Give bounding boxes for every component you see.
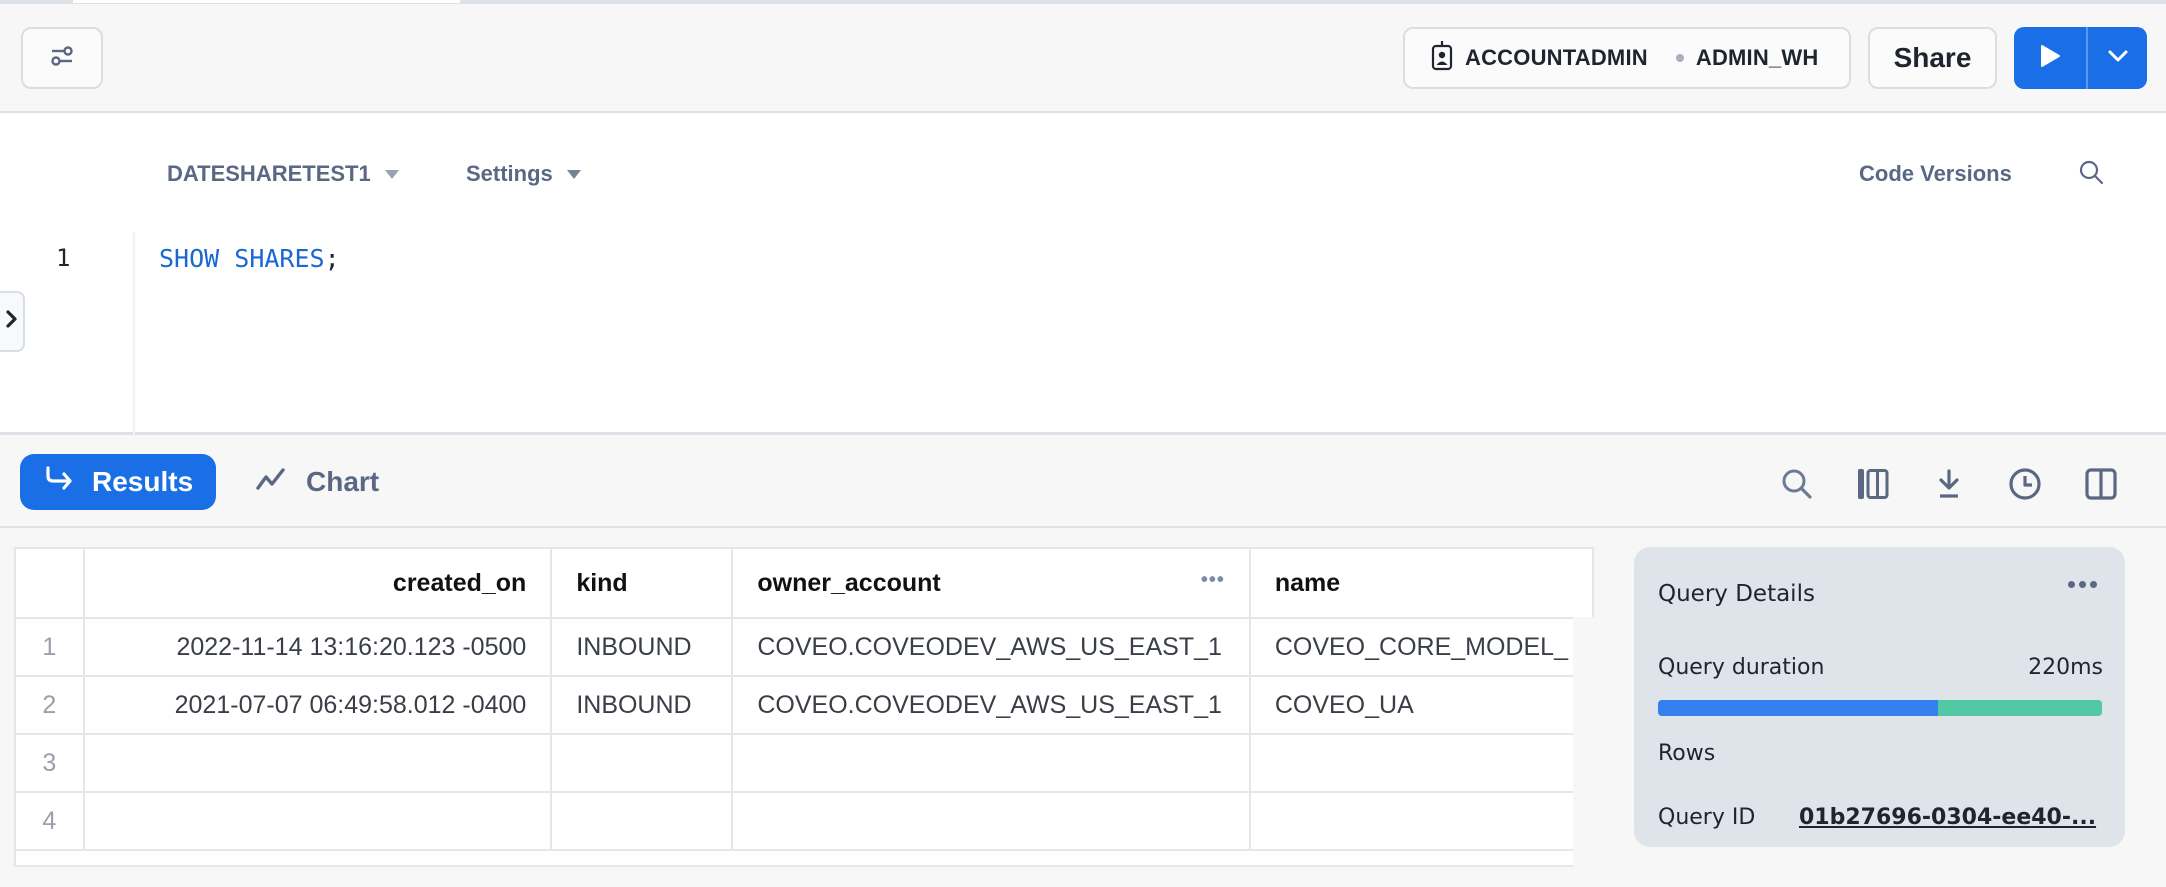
results-area: created_on kind owner_account ••• name 12…	[0, 530, 2166, 887]
code-versions-label: Code Versions	[1859, 161, 2012, 186]
cell-kind[interactable]	[551, 734, 734, 793]
run-button[interactable]	[2014, 27, 2088, 89]
results-grid: created_on kind owner_account ••• name 12…	[14, 547, 1594, 867]
filter-button[interactable]	[21, 27, 103, 89]
query-id-link[interactable]: 01b27696-0304-ee40-...	[1799, 805, 2096, 830]
column-header-created-on[interactable]: created_on	[83, 549, 553, 619]
return-arrow-icon	[44, 465, 74, 499]
duration-segment-compile	[1658, 700, 1938, 716]
search-icon[interactable]	[2078, 159, 2104, 190]
line-number: 1	[56, 244, 71, 272]
chevron-down-icon	[2107, 49, 2129, 68]
sliders-icon	[49, 43, 75, 74]
settings-label: Settings	[466, 161, 553, 186]
role-name: ACCOUNTADMIN	[1465, 45, 1648, 70]
gutter-divider	[133, 232, 135, 435]
column-header-kind[interactable]: kind	[551, 549, 734, 619]
code-line[interactable]: SHOW SHARES;	[159, 244, 340, 273]
warehouse-name: ADMIN_WH	[1695, 45, 1819, 70]
chevron-right-icon	[5, 309, 19, 334]
caret-down-icon	[566, 169, 581, 179]
history-icon[interactable]	[2007, 466, 2043, 502]
sql-keyword: SHOW	[159, 244, 220, 273]
column-menu-icon[interactable]: •••	[1201, 569, 1225, 592]
cell-owner-account[interactable]: COVEO.COVEODEV_AWS_US_EAST_1	[732, 618, 1251, 677]
database-selector-label: DATESHARETEST1	[167, 161, 371, 186]
share-button[interactable]: Share	[1868, 27, 1997, 89]
table-row[interactable]: 1 2022-11-14 13:16:20.123 -0500 INBOUND COV…	[16, 618, 1594, 677]
line-chart-icon	[256, 466, 286, 498]
code-versions-button[interactable]: Code Versions	[1859, 161, 2012, 187]
query-duration-label: Query duration	[1658, 655, 1825, 680]
cell-owner-account[interactable]	[732, 734, 1251, 793]
results-tab-label: Results	[92, 466, 194, 497]
chart-tab-label: Chart	[306, 466, 380, 497]
table-row[interactable]: 2 2021-07-07 06:49:58.012 -0400 INBOUND COV…	[16, 676, 1594, 735]
expand-sidebar-button[interactable]	[0, 291, 25, 352]
cell-created-on[interactable]	[83, 734, 553, 793]
role-warehouse-selector[interactable]: ACCOUNTADMIN ADMIN_WH	[1403, 27, 1851, 89]
results-tab[interactable]: Results	[20, 454, 216, 510]
cell-name[interactable]	[1249, 792, 1594, 851]
columns-icon[interactable]	[1855, 466, 1891, 502]
cell-created-on[interactable]: 2022-11-14 13:16:20.123 -0500	[83, 618, 553, 677]
horizontal-scroll-gutter[interactable]	[1573, 617, 1594, 887]
split-panel-icon[interactable]	[2083, 466, 2119, 502]
cell-name[interactable]: COVEO_UA	[1249, 676, 1594, 735]
cell-kind[interactable]: INBOUND	[551, 618, 734, 677]
active-worksheet-tab[interactable]	[73, 0, 460, 3]
row-number: 3	[16, 734, 85, 793]
row-number-header	[16, 549, 85, 619]
chart-tab[interactable]: Chart	[256, 454, 379, 510]
row-number: 4	[16, 792, 85, 851]
column-header-name[interactable]: name	[1249, 549, 1594, 619]
query-details-title: Query Details	[1658, 581, 1815, 607]
separator-dot	[1675, 54, 1684, 62]
search-icon[interactable]	[1779, 466, 1815, 502]
column-header-owner-account[interactable]: owner_account •••	[732, 549, 1251, 619]
cell-owner-account[interactable]	[732, 792, 1251, 851]
database-selector[interactable]: DATESHARETEST1	[167, 161, 399, 187]
table-row[interactable]: 3	[16, 734, 1594, 793]
query-duration-bar	[1658, 700, 2102, 716]
download-icon[interactable]	[1931, 466, 1967, 502]
run-options-button[interactable]	[2088, 27, 2147, 89]
table-header-row: created_on kind owner_account ••• name	[16, 549, 1594, 619]
cell-name[interactable]: COVEO_CORE_MODEL_	[1249, 618, 1594, 677]
cell-owner-account[interactable]: COVEO.COVEODEV_AWS_US_EAST_1	[732, 676, 1251, 735]
row-number: 2	[16, 676, 85, 735]
caret-down-icon	[384, 169, 399, 179]
results-toolbar: Results Chart	[0, 438, 2166, 528]
worksheet-header: ACCOUNTADMIN ADMIN_WH Share	[0, 4, 2166, 113]
sql-keyword: SHARES	[234, 244, 325, 273]
sql-editor: DATESHARETEST1 Settings Code Versions 1 …	[0, 113, 2166, 435]
rows-label: Rows	[1658, 741, 1716, 766]
sql-terminator: ;	[324, 244, 340, 273]
badge-icon	[1431, 40, 1453, 76]
query-details-panel: Query Details Query duration 220ms Rows …	[1634, 547, 2125, 847]
table-row[interactable]: 4	[16, 792, 1594, 851]
query-duration-value: 220ms	[2028, 655, 2103, 680]
cell-name[interactable]	[1249, 734, 1594, 793]
query-id-label: Query ID	[1658, 805, 1756, 830]
settings-dropdown[interactable]: Settings	[466, 161, 581, 187]
run-button-group	[2014, 27, 2147, 89]
duration-segment-execute	[1937, 700, 2102, 716]
cell-created-on[interactable]	[83, 792, 553, 851]
cell-created-on[interactable]: 2021-07-07 06:49:58.012 -0400	[83, 676, 553, 735]
column-header-label: owner_account	[757, 568, 941, 597]
play-icon	[2039, 44, 2061, 73]
more-options-icon[interactable]	[2068, 581, 2097, 588]
cell-kind[interactable]: INBOUND	[551, 676, 734, 735]
row-number: 1	[16, 618, 85, 677]
cell-kind[interactable]	[551, 792, 734, 851]
